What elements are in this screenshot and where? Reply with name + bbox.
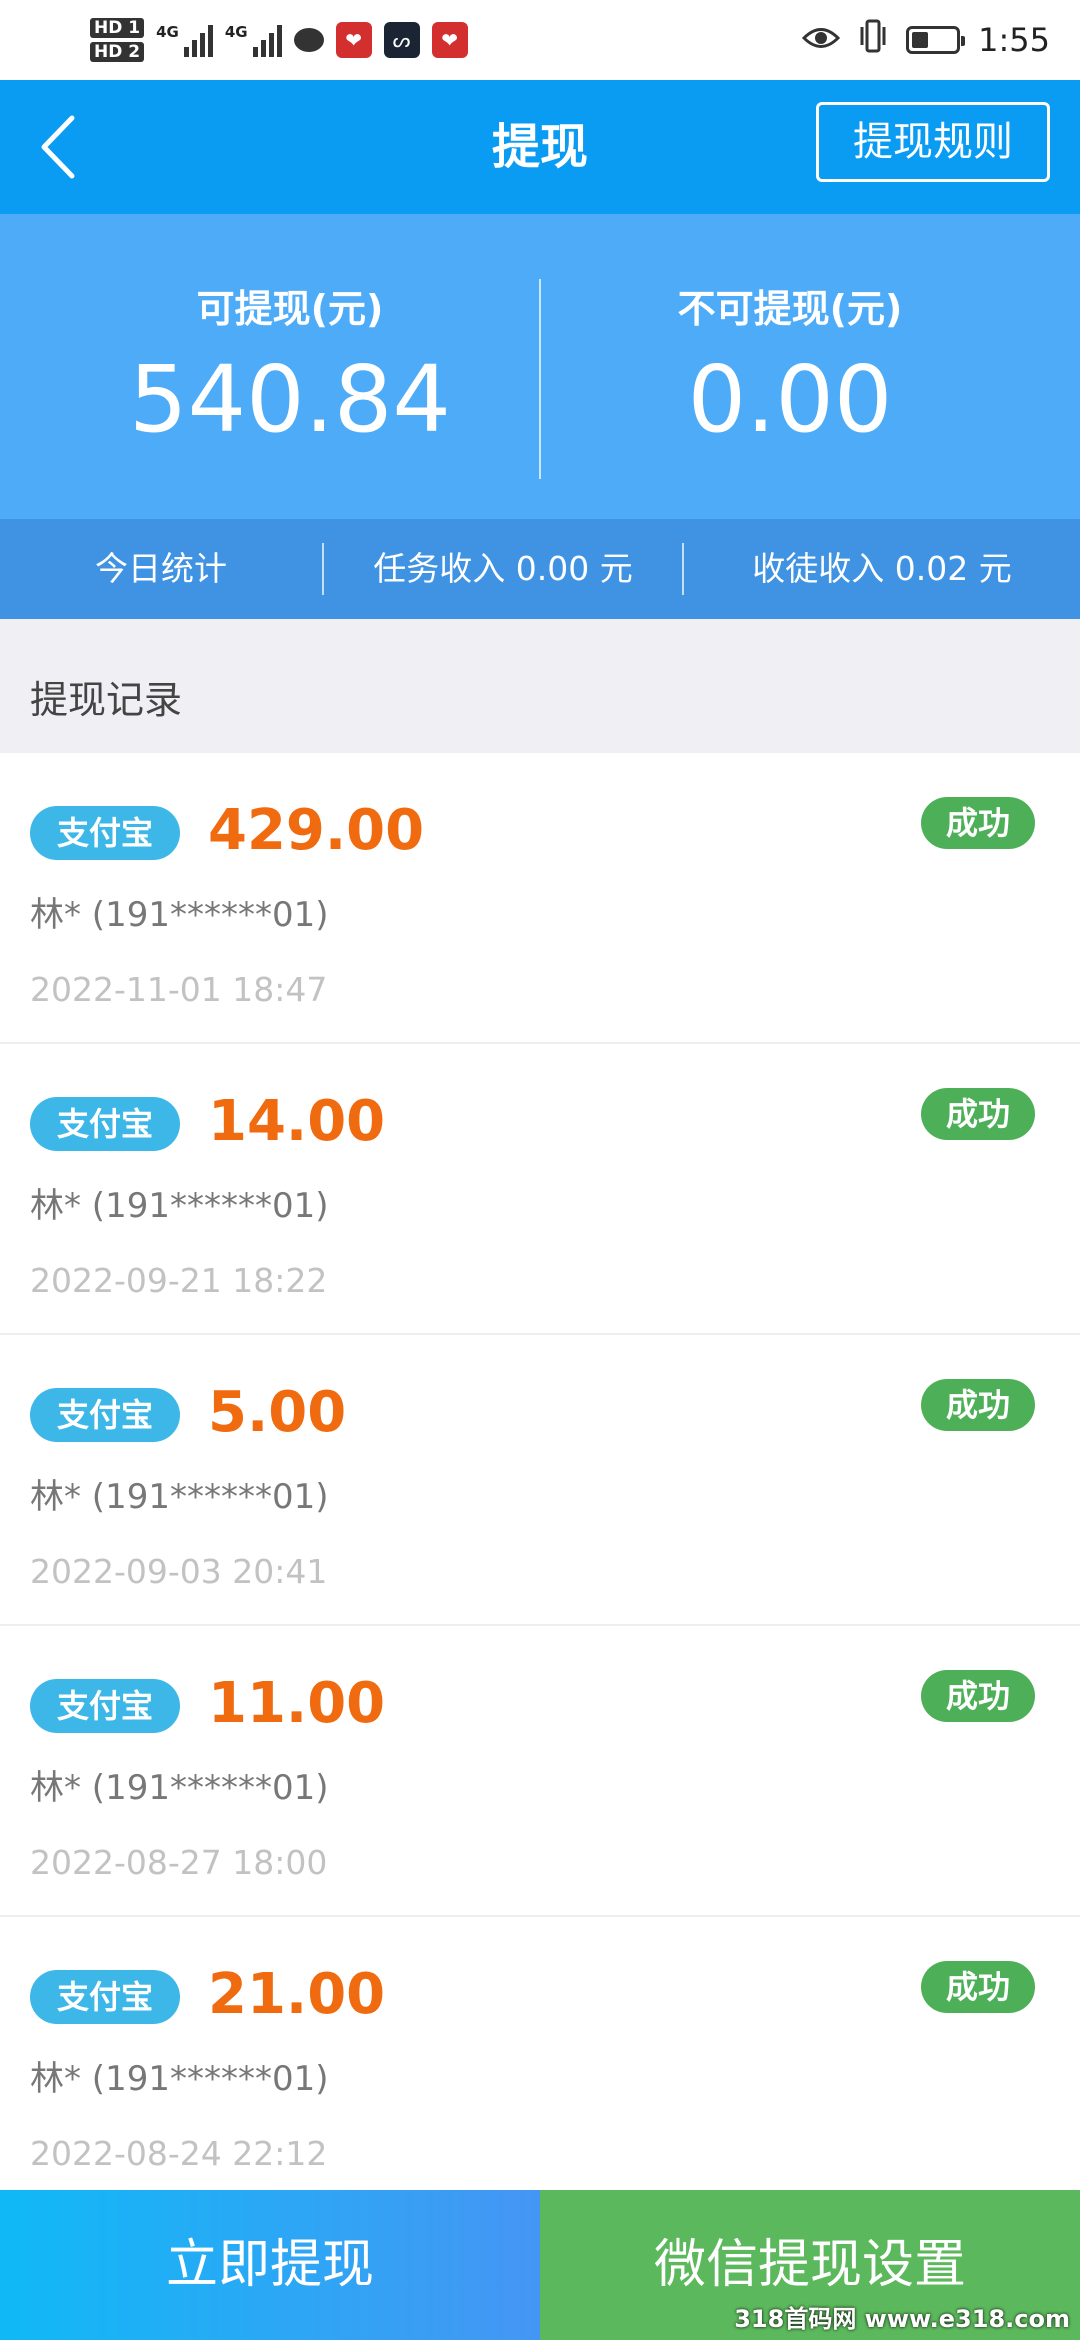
bottom-action-bar: 立即提现 微信提现设置 318首码网 www.e318.com bbox=[0, 2190, 1080, 2340]
record-amount: 14.00 bbox=[208, 1089, 386, 1154]
payment-method-badge: 支付宝 bbox=[30, 1388, 180, 1442]
record-account: 林* (191******01) bbox=[30, 1768, 329, 1808]
unavailable-balance: 不可提现(元) 0.00 bbox=[540, 284, 1040, 460]
status-bar-left: HD 1 HD 2 4G 4G ❤ ᔕ ❤ bbox=[90, 10, 468, 70]
record-time: 2022-09-03 20:41 bbox=[30, 1552, 328, 1591]
hd-indicators: HD 1 HD 2 bbox=[90, 18, 145, 62]
app-notification-icon: ❤ bbox=[335, 22, 372, 58]
available-balance: 可提现(元) 540.84 bbox=[0, 284, 580, 460]
list-item[interactable]: 支付宝 21.00 成功 林* (191******01) 2022-08-24… bbox=[0, 1917, 1080, 2190]
record-account: 林* (191******01) bbox=[30, 895, 329, 935]
record-time: 2022-11-01 18:47 bbox=[30, 970, 328, 1009]
task-income: 任务收入 0.00 元 bbox=[373, 549, 633, 588]
list-item[interactable]: 支付宝 429.00 成功 林* (191******01) 2022-11-0… bbox=[0, 753, 1080, 1044]
today-stats-label: 今日统计 bbox=[95, 549, 227, 588]
hd2-badge: HD 2 bbox=[90, 42, 145, 62]
withdraw-now-button[interactable]: 立即提现 bbox=[0, 2190, 540, 2340]
records-section-title: 提现记录 bbox=[0, 619, 1080, 753]
withdraw-rules-button[interactable]: 提现规则 bbox=[816, 102, 1050, 182]
app-header: 提现 提现规则 bbox=[0, 80, 1080, 214]
apprentice-income: 收徒收入 0.02 元 bbox=[752, 549, 1012, 588]
record-time: 2022-08-24 22:12 bbox=[30, 2134, 328, 2173]
payment-method-badge: 支付宝 bbox=[30, 1679, 180, 1733]
chat-bubble-icon bbox=[293, 28, 324, 52]
record-amount: 21.00 bbox=[208, 1962, 386, 2027]
status-bar: HD 1 HD 2 4G 4G ❤ ᔕ ❤ 1:55 bbox=[0, 0, 1080, 80]
status-badge: 成功 bbox=[921, 1961, 1035, 2013]
record-account: 林* (191******01) bbox=[30, 2059, 329, 2099]
network-2-label: 4G bbox=[224, 23, 248, 41]
app-notification-icon: ❤ bbox=[431, 22, 468, 58]
record-time: 2022-08-27 18:00 bbox=[30, 1843, 328, 1882]
records-list[interactable]: 支付宝 429.00 成功 林* (191******01) 2022-11-0… bbox=[0, 753, 1080, 2190]
list-item[interactable]: 支付宝 11.00 成功 林* (191******01) 2022-08-27… bbox=[0, 1626, 1080, 1917]
payment-method-badge: 支付宝 bbox=[30, 1097, 180, 1151]
network-1-label: 4G bbox=[156, 23, 179, 41]
payment-method-badge: 支付宝 bbox=[30, 806, 180, 860]
status-badge: 成功 bbox=[921, 1670, 1035, 1722]
app-notification-icon: ᔕ bbox=[383, 22, 420, 58]
payment-method-badge: 支付宝 bbox=[30, 1970, 180, 2024]
record-time: 2022-09-21 18:22 bbox=[30, 1261, 328, 1300]
battery-icon bbox=[906, 26, 966, 54]
record-amount: 429.00 bbox=[208, 798, 425, 863]
balance-card: 可提现(元) 540.84 不可提现(元) 0.00 bbox=[0, 214, 1080, 519]
today-stats-bar: 今日统计 任务收入 0.00 元 收徒收入 0.02 元 bbox=[0, 519, 1080, 619]
record-amount: 5.00 bbox=[208, 1380, 347, 1445]
record-account: 林* (191******01) bbox=[30, 1186, 329, 1226]
status-badge: 成功 bbox=[921, 1088, 1035, 1140]
signal-2-icon: 4G bbox=[225, 23, 282, 57]
vibrate-icon bbox=[858, 19, 888, 61]
record-account: 林* (191******01) bbox=[30, 1477, 329, 1517]
available-value: 540.84 bbox=[129, 346, 451, 453]
signal-1-icon: 4G bbox=[156, 23, 213, 57]
status-bar-right: 1:55 bbox=[802, 10, 1050, 70]
status-badge: 成功 bbox=[921, 797, 1035, 849]
list-item[interactable]: 支付宝 14.00 成功 林* (191******01) 2022-09-21… bbox=[0, 1044, 1080, 1335]
available-label: 可提现(元) bbox=[196, 287, 384, 331]
unavailable-value: 0.00 bbox=[687, 346, 893, 453]
watermark: 318首码网 www.e318.com bbox=[734, 2305, 1070, 2333]
record-amount: 11.00 bbox=[208, 1671, 386, 1736]
eye-icon bbox=[802, 21, 841, 59]
hd1-badge: HD 1 bbox=[90, 18, 145, 38]
list-item[interactable]: 支付宝 5.00 成功 林* (191******01) 2022-09-03 … bbox=[0, 1335, 1080, 1626]
clock-time: 1:55 bbox=[978, 21, 1050, 59]
status-badge: 成功 bbox=[921, 1379, 1035, 1431]
unavailable-label: 不可提现(元) bbox=[677, 287, 903, 331]
